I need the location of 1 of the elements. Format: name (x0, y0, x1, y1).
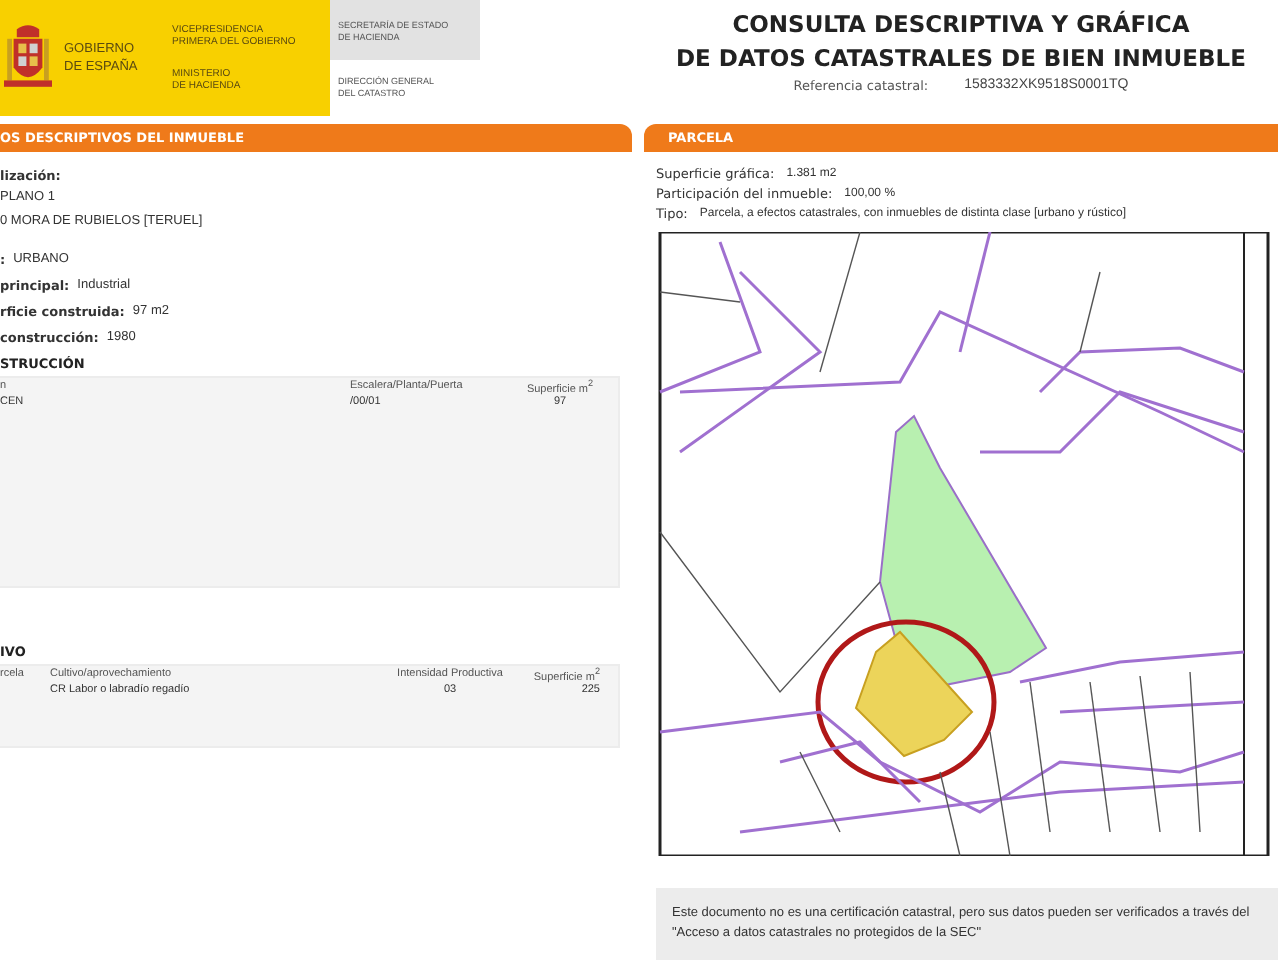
document-title: CONSULTA DESCRIPTIVA Y GRÁFICA DE DATOS CATASTRALES DE BIEN INMUEBLE (676, 8, 1246, 76)
